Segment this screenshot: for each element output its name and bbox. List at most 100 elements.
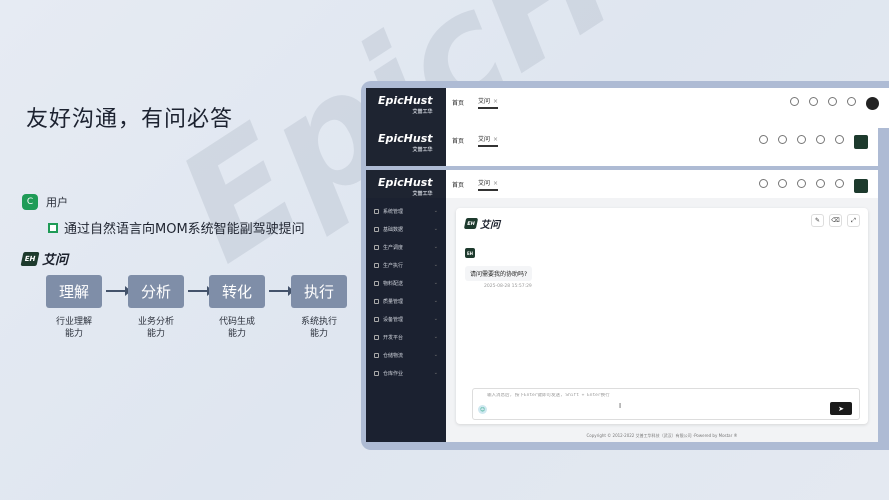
flow-caption: 代码生成 能力 <box>205 316 269 340</box>
fullscreen-icon[interactable] <box>828 97 837 106</box>
expand-icon[interactable]: ⤢ <box>847 214 860 227</box>
caption-line: 代码生成 <box>218 317 255 327</box>
caption-line: 能力 <box>227 329 246 339</box>
tab-ai[interactable]: 艾问 × <box>478 134 499 147</box>
menu-label: 质量管理 <box>383 298 404 305</box>
description-row: 通过自然语言向MOM系统智能副驾驶提问 <box>48 218 305 237</box>
square-bullet-icon <box>48 222 58 233</box>
chat-header-buttons: ✎ ⌫ ⤢ <box>811 214 860 227</box>
edit-icon[interactable]: ✎ <box>811 214 824 227</box>
ai-name: 艾问 <box>42 253 69 268</box>
app-window-front: EpicHust 艾普工华 首页 艾问 × 系统管理 ⌄ 基础数据 ⌄ 生产调度 ⌄ 生产… <box>366 170 878 442</box>
user-icon[interactable] <box>847 97 856 106</box>
user-badge: C <box>22 194 38 210</box>
slide-title: 友好沟通，有问必答 <box>26 107 234 132</box>
brand-strip: EpicHust 艾普工华 <box>366 170 446 198</box>
sidebar-item-dev-platform[interactable]: 开发平台 ⌄ <box>366 328 446 346</box>
eh-logo-icon[interactable] <box>854 135 868 149</box>
sidebar-item-quality[interactable]: 质量管理 ⌄ <box>366 292 446 310</box>
menu-icon <box>374 334 379 340</box>
text-cursor-icon: I <box>619 402 622 410</box>
chevron-down-icon: ⌄ <box>433 334 438 340</box>
app-window-middle: EpicHust 艾普工华 首页 艾问 × <box>366 126 878 166</box>
chat-icon[interactable] <box>809 97 818 106</box>
sidebar-item-base-data[interactable]: 基础数据 ⌄ <box>366 220 446 238</box>
message-input[interactable] <box>487 393 787 398</box>
eh-logo-icon[interactable] <box>854 179 868 193</box>
clear-icon[interactable]: ⌫ <box>829 214 842 227</box>
chevron-down-icon: ⌄ <box>433 262 438 268</box>
flow-step-understand: 理解 <box>46 275 102 308</box>
tab-ai[interactable]: 艾问 × <box>478 96 499 109</box>
chevron-down-icon: ⌄ <box>433 352 438 358</box>
user-icon[interactable] <box>835 135 844 144</box>
tab-bar: 首页 艾问 × <box>446 88 499 116</box>
brand-name: EpicHust <box>378 176 433 189</box>
caption-line: 能力 <box>146 329 165 339</box>
eh-logo-icon: EH <box>20 251 40 266</box>
chevron-down-icon: ⌄ <box>433 280 438 286</box>
bot-message: 请问需要我的协助吗? <box>465 266 533 281</box>
search-icon[interactable] <box>759 179 768 188</box>
brand-sub: 艾普工华 <box>412 147 433 153</box>
close-icon[interactable]: × <box>493 98 498 105</box>
fullscreen-icon[interactable] <box>816 135 825 144</box>
arrow-right-icon <box>188 286 213 296</box>
tab-home[interactable]: 首页 <box>452 180 464 189</box>
send-button[interactable]: ➤ <box>830 402 852 415</box>
brand-name: EpicHust <box>378 132 433 145</box>
menu-label: 生产执行 <box>383 262 404 269</box>
tab-home[interactable]: 首页 <box>452 136 464 145</box>
fullscreen-icon[interactable] <box>816 179 825 188</box>
user-icon[interactable] <box>835 179 844 188</box>
menu-label: 生产调度 <box>383 244 404 251</box>
menu-label: 仓库作业 <box>383 370 404 377</box>
brand-logo: EpicHust 艾普工华 <box>378 132 433 155</box>
settings-icon[interactable] <box>778 135 787 144</box>
chat-icon[interactable] <box>797 179 806 188</box>
menu-icon <box>374 244 379 250</box>
close-icon[interactable]: × <box>493 180 498 187</box>
sidebar: 系统管理 ⌄ 基础数据 ⌄ 生产调度 ⌄ 生产执行 ⌄ 物料配送 ⌄ 质量管理 ⌄ 设备管理… <box>366 198 446 442</box>
arrow-right-icon <box>269 286 294 296</box>
chat-icon[interactable] <box>797 135 806 144</box>
user-label: 用户 <box>46 196 68 209</box>
sidebar-item-execution[interactable]: 生产执行 ⌄ <box>366 256 446 274</box>
tab-ai[interactable]: 艾问 × <box>478 178 499 191</box>
message-timestamp: 2025-08-28 15:57:29 <box>484 284 532 289</box>
brand-logo: EpicHust 艾普工华 <box>378 176 433 199</box>
app-window-back: EpicHust 艾普工华 首页 艾问 × <box>366 88 889 128</box>
slide: EpicHust 友好沟通，有问必答 C 用户 通过自然语言向MOM系统智能副驾… <box>0 0 889 500</box>
sidebar-item-equipment[interactable]: 设备管理 ⌄ <box>366 310 446 328</box>
sidebar-item-logistics[interactable]: 仓储物流 ⌄ <box>366 346 446 364</box>
eh-logo-icon: EH <box>463 218 479 229</box>
sidebar-item-material[interactable]: 物料配送 ⌄ <box>366 274 446 292</box>
avatar[interactable] <box>866 97 879 110</box>
menu-icon <box>374 208 379 214</box>
tab-home[interactable]: 首页 <box>452 98 464 107</box>
close-icon[interactable]: × <box>493 136 498 143</box>
ai-logo: EH 艾问 <box>20 249 69 268</box>
user-row: C 用户 <box>22 194 68 210</box>
arrow-right-icon <box>106 286 131 296</box>
sidebar-item-system[interactable]: 系统管理 ⌄ <box>366 202 446 220</box>
menu-icon <box>374 370 379 376</box>
hand-icon[interactable] <box>790 97 799 106</box>
menu-icon <box>374 316 379 322</box>
menu-label: 物料配送 <box>383 280 404 287</box>
menu-label: 开发平台 <box>383 334 404 341</box>
caption-line: 系统执行 <box>300 317 337 327</box>
sidebar-item-warehouse[interactable]: 仓库作业 ⌄ <box>366 364 446 382</box>
caption-line: 能力 <box>64 329 83 339</box>
search-icon[interactable] <box>759 135 768 144</box>
sidebar-item-scheduling[interactable]: 生产调度 ⌄ <box>366 238 446 256</box>
header-icons <box>759 135 868 149</box>
header-icons <box>759 179 868 193</box>
brand-strip: EpicHust 艾普工华 <box>366 88 446 128</box>
settings-icon[interactable] <box>778 179 787 188</box>
chevron-down-icon: ⌄ <box>433 298 438 304</box>
chevron-down-icon: ⌄ <box>433 208 438 214</box>
tab-bar: 首页 艾问 × <box>446 126 499 154</box>
menu-label: 仓储物流 <box>383 352 404 359</box>
chat-composer: ☺ I ➤ <box>472 388 860 420</box>
